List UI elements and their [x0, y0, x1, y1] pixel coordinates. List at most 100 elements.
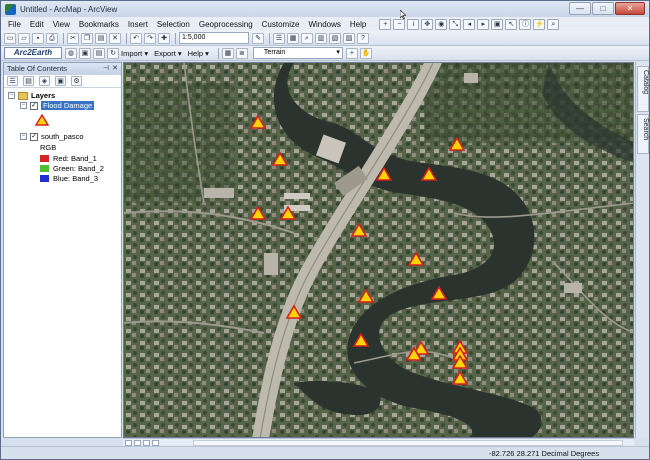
menu-file[interactable]: File	[8, 20, 21, 29]
red-swatch	[40, 155, 49, 162]
standard-toolbar: ▭ ▱ ▪ ⎙ ✂ ❐ ▤ ✕ ↶ ↷ ✚ 1:5,000 ✎ ☰ ▦ ⌕ ▥ …	[1, 31, 649, 46]
layer-visibility-checkbox[interactable]: ✓	[30, 132, 38, 141]
menu-customize[interactable]: Customize	[262, 20, 300, 29]
basemap-add-icon[interactable]: +	[345, 47, 358, 59]
catalog-tab[interactable]: Catalog	[637, 66, 649, 112]
table-of-contents-icon[interactable]: ☰	[273, 32, 285, 44]
kml-icon[interactable]: ▤	[93, 47, 105, 59]
layer-row-south-pasco[interactable]: − ✓ south_pasco	[20, 132, 84, 141]
zoom-out-icon[interactable]: −	[393, 18, 406, 30]
flood-damage-symbol[interactable]	[35, 114, 49, 126]
arctoolbox-icon[interactable]: ▥	[315, 32, 327, 44]
minimize-button[interactable]: —	[569, 2, 591, 15]
print-icon[interactable]: ⎙	[46, 32, 58, 44]
layer-visibility-checkbox[interactable]: ✓	[30, 101, 38, 110]
green-swatch	[40, 165, 49, 172]
hand-icon[interactable]: ✋	[359, 47, 372, 59]
toolbar-separator	[175, 32, 176, 44]
menu-geoprocessing[interactable]: Geoprocessing	[199, 20, 253, 29]
full-extent-icon[interactable]: ◉	[435, 18, 448, 30]
paste-icon[interactable]: ▤	[95, 32, 107, 44]
fixed-zoom-in-icon[interactable]: ⤡	[449, 18, 462, 30]
band-row-blue: Blue: Band_3	[40, 174, 98, 183]
toc-close-icon[interactable]: ✕	[112, 63, 118, 75]
pan-icon[interactable]: ✥	[421, 18, 434, 30]
menu-edit[interactable]: Edit	[30, 20, 44, 29]
menu-insert[interactable]: Insert	[128, 20, 148, 29]
identify-icon[interactable]: i	[407, 18, 420, 30]
modelbuilder-icon[interactable]: ▨	[343, 32, 355, 44]
pin-icon[interactable]: ⊣	[103, 63, 109, 75]
open-folder-icon[interactable]: ▱	[18, 32, 30, 44]
data-frame-row[interactable]: − Layers	[8, 91, 55, 100]
right-dock: Catalog Search	[635, 62, 649, 438]
cut-icon[interactable]: ✂	[67, 32, 79, 44]
basemap-select[interactable]: Terrain	[252, 47, 343, 59]
undo-icon[interactable]: ↶	[130, 32, 142, 44]
help-cursor-icon[interactable]: ?	[357, 32, 369, 44]
layer-export-icon[interactable]: ▣	[79, 47, 91, 59]
save-icon[interactable]: ▪	[32, 32, 44, 44]
pause-drawing-icon[interactable]	[152, 439, 159, 446]
back-icon[interactable]: ◂	[463, 18, 476, 30]
toc-options-icon[interactable]: ⚙	[71, 76, 82, 86]
layer-name-south-pasco[interactable]: south_pasco	[41, 132, 84, 141]
info-icon[interactable]: ⓘ	[519, 18, 532, 30]
band-label-blue: Blue:	[53, 174, 71, 183]
search-tab[interactable]: Search	[637, 114, 649, 154]
layers-icon[interactable]: ≣	[235, 47, 248, 59]
mouse-cursor-icon	[400, 10, 406, 19]
status-bar: -82.726 28.271 Decimal Degrees	[1, 446, 649, 459]
yellow-triangle-icon	[35, 114, 49, 126]
menu-bookmarks[interactable]: Bookmarks	[79, 20, 119, 29]
arcmap-window: Untitled - ArcMap - ArcView — □ ✕ File E…	[0, 0, 650, 460]
help-menu[interactable]: Help ▾	[188, 49, 209, 58]
export-menu[interactable]: Export ▾	[154, 49, 182, 58]
menu-view[interactable]: View	[53, 20, 70, 29]
arc2earth-logo[interactable]: Arc2Earth	[4, 47, 62, 59]
editor-toolbar-icon[interactable]: ✎	[252, 32, 264, 44]
menu-help[interactable]: Help	[350, 20, 366, 29]
select-elements-icon[interactable]: ↖	[505, 18, 518, 30]
list-by-drawing-order-icon[interactable]: ☰	[7, 76, 18, 86]
collapse-icon[interactable]: −	[20, 133, 27, 140]
layer-row-flood-damage[interactable]: − ✓ Flood Damage	[20, 101, 95, 110]
rgb-label: RGB	[40, 143, 57, 152]
python-icon[interactable]: ▧	[329, 32, 341, 44]
new-document-icon[interactable]: ▭	[4, 32, 16, 44]
map-scale-input[interactable]: 1:5,000	[179, 32, 249, 44]
import-menu[interactable]: Import ▾	[121, 49, 148, 58]
refresh-icon[interactable]: ↻	[107, 47, 119, 59]
layout-view-icon[interactable]	[134, 439, 141, 446]
find-icon[interactable]: ⌕	[547, 18, 560, 30]
maximize-button[interactable]: □	[592, 2, 614, 15]
close-button[interactable]: ✕	[615, 2, 645, 15]
redo-icon[interactable]: ↷	[144, 32, 156, 44]
data-view-icon[interactable]	[125, 439, 132, 446]
catalog-tab-label: Catalog	[642, 70, 649, 95]
map-display[interactable]	[123, 62, 634, 438]
delete-icon[interactable]: ✕	[109, 32, 121, 44]
title-bar[interactable]: Untitled - ArcMap - ArcView — □ ✕	[1, 1, 649, 17]
copy-icon[interactable]: ❐	[81, 32, 93, 44]
toc-header: Table Of Contents ⊣ ✕	[4, 63, 121, 75]
menu-selection[interactable]: Selection	[157, 20, 190, 29]
grid-icon[interactable]: ▦	[221, 47, 234, 59]
refresh-view-icon[interactable]	[143, 439, 150, 446]
globe-sync-icon[interactable]: ◍	[65, 47, 77, 59]
list-by-selection-icon[interactable]: ▣	[55, 76, 66, 86]
menu-windows[interactable]: Windows	[308, 20, 340, 29]
zoom-in-icon[interactable]: +	[379, 18, 392, 30]
catalog-icon[interactable]: ▦	[287, 32, 299, 44]
layers-folder-icon	[18, 91, 28, 100]
layer-name-flood-damage[interactable]: Flood Damage	[41, 101, 95, 110]
forward-icon[interactable]: ▸	[477, 18, 490, 30]
add-data-icon[interactable]: ✚	[158, 32, 170, 44]
hyperlink-icon[interactable]: ⚡	[533, 18, 546, 30]
select-features-icon[interactable]: ▣	[491, 18, 504, 30]
collapse-icon[interactable]: −	[8, 92, 15, 99]
list-by-visibility-icon[interactable]: ◈	[39, 76, 50, 86]
search-window-icon[interactable]: ⌕	[301, 32, 313, 44]
list-by-source-icon[interactable]: ▤	[23, 76, 34, 86]
collapse-icon[interactable]: −	[20, 102, 27, 109]
